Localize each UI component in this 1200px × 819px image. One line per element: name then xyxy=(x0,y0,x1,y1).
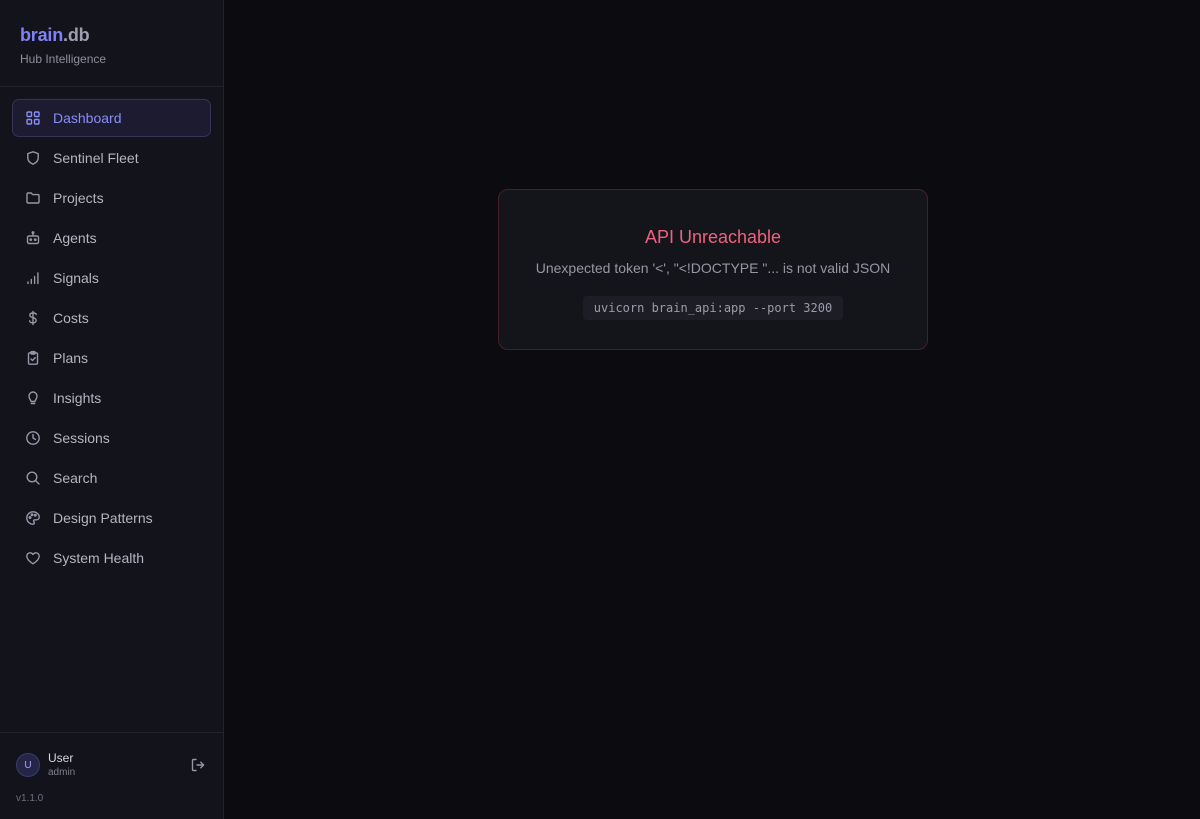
brand-header: brain.db Hub Intelligence xyxy=(0,0,223,87)
sidebar-item-label: Insights xyxy=(53,390,102,406)
sidebar-item-sessions[interactable]: Sessions xyxy=(12,419,211,457)
sidebar-item-label: Search xyxy=(53,470,98,486)
sidebar-footer: U User admin v1.1.0 xyxy=(0,732,223,819)
error-message: Unexpected token '<', "<!DOCTYPE "... is… xyxy=(535,260,891,276)
sidebar-item-signals[interactable]: Signals xyxy=(12,259,211,297)
dollar-icon xyxy=(25,310,41,326)
avatar[interactable]: U xyxy=(16,753,40,777)
sidebar: brain.db Hub Intelligence Dashboard Sent… xyxy=(0,0,224,819)
logo-primary: brain xyxy=(20,25,64,45)
sidebar-item-search[interactable]: Search xyxy=(12,459,211,497)
sidebar-item-costs[interactable]: Costs xyxy=(12,299,211,337)
clock-icon xyxy=(25,430,41,446)
robot-icon xyxy=(25,230,41,246)
grid-icon xyxy=(25,110,41,126)
sidebar-item-agents[interactable]: Agents xyxy=(12,219,211,257)
logo[interactable]: brain.db xyxy=(20,24,203,46)
search-icon xyxy=(25,470,41,486)
sidebar-item-label: Dashboard xyxy=(53,110,122,126)
sidebar-item-label: Design Patterns xyxy=(53,510,153,526)
main-content: API Unreachable Unexpected token '<', "<… xyxy=(224,0,1200,819)
sidebar-nav: Dashboard Sentinel Fleet Projects Agents xyxy=(0,87,223,732)
sidebar-item-label: Projects xyxy=(53,190,104,206)
sidebar-item-label: Sentinel Fleet xyxy=(53,150,139,166)
sidebar-item-dashboard[interactable]: Dashboard xyxy=(12,99,211,137)
sidebar-item-label: Plans xyxy=(53,350,89,366)
user-info: User admin xyxy=(48,751,189,779)
sidebar-item-system-health[interactable]: System Health xyxy=(12,539,211,577)
logo-secondary: .db xyxy=(63,25,90,45)
sidebar-item-label: Agents xyxy=(53,230,97,246)
sidebar-item-design-patterns[interactable]: Design Patterns xyxy=(12,499,211,537)
user-name: User xyxy=(48,751,74,765)
logout-icon xyxy=(190,757,206,773)
sidebar-item-sentinel-fleet[interactable]: Sentinel Fleet xyxy=(12,139,211,177)
error-title: API Unreachable xyxy=(644,227,782,247)
logout-button[interactable] xyxy=(189,756,207,774)
error-card: API Unreachable Unexpected token '<', "<… xyxy=(498,189,928,350)
signal-bars-icon xyxy=(25,270,41,286)
folder-icon xyxy=(25,190,41,206)
palette-icon xyxy=(25,510,41,526)
tagline: Hub Intelligence xyxy=(20,52,107,66)
sidebar-item-insights[interactable]: Insights xyxy=(12,379,211,417)
version-label: v1.1.0 xyxy=(16,793,44,804)
sidebar-item-projects[interactable]: Projects xyxy=(12,179,211,217)
user-role: admin xyxy=(48,767,76,778)
sidebar-item-plans[interactable]: Plans xyxy=(12,339,211,377)
sidebar-item-label: Signals xyxy=(53,270,99,286)
sidebar-item-label: System Health xyxy=(53,550,145,566)
heart-icon xyxy=(25,550,41,566)
error-command[interactable]: uvicorn brain_api:app --port 3200 xyxy=(582,296,844,320)
sidebar-item-label: Sessions xyxy=(53,430,110,446)
lightbulb-icon xyxy=(25,390,41,406)
app-root: brain.db Hub Intelligence Dashboard Sent… xyxy=(0,0,1200,819)
user-row: U User admin xyxy=(16,751,207,779)
clipboard-check-icon xyxy=(25,350,41,366)
shield-icon xyxy=(25,150,41,166)
sidebar-item-label: Costs xyxy=(53,310,89,326)
